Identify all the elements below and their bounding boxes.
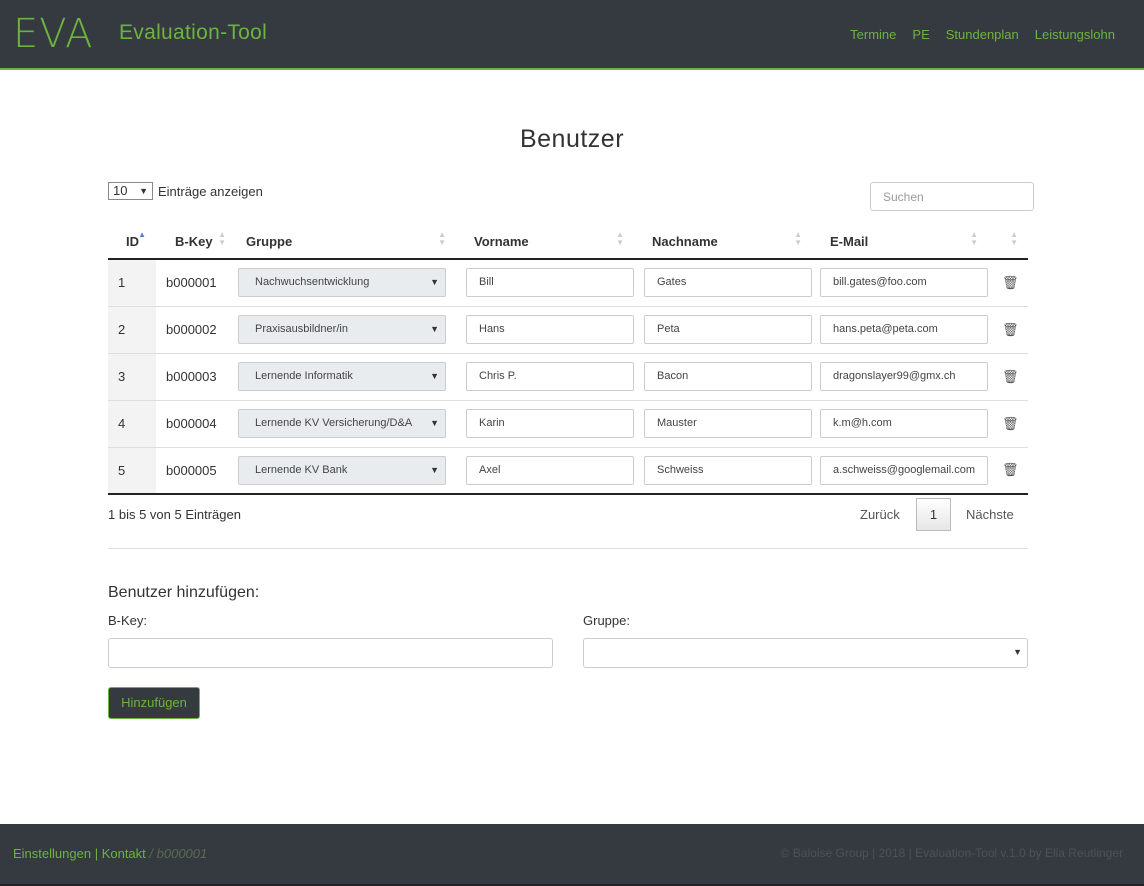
email-input[interactable]: a.schweiss@googlemail.com: [820, 455, 988, 485]
eva-logo[interactable]: EVA: [13, 12, 93, 56]
table-row: 2 b000002 Praxisausbildner/in ▼ Hans Peta…: [108, 306, 1028, 354]
vorname-input[interactable]: Bill: [466, 268, 634, 298]
sort-asc-icon: ▲: [138, 230, 146, 239]
col-actions[interactable]: ▲ ▼: [988, 224, 1028, 260]
group-label: Gruppe:: [583, 613, 630, 628]
email-input[interactable]: bill.gates@foo.com: [820, 268, 988, 298]
add-user-button[interactable]: Hinzufügen: [108, 687, 200, 719]
dropdown-arrow-icon: ▼: [430, 277, 439, 288]
vorname-input[interactable]: Chris P.: [466, 362, 634, 391]
entries-length-label: Einträge anzeigen: [158, 183, 263, 199]
nav-termine[interactable]: Termine: [850, 27, 896, 42]
dropdown-arrow-icon: ▼: [1013, 647, 1022, 657]
add-user-title: Benutzer hinzufügen:: [108, 584, 260, 601]
cell-bkey: b000001: [156, 259, 228, 307]
gruppe-select[interactable]: Lernende Informatik ▼: [238, 362, 446, 391]
sort-icon: ▲ ▼: [218, 230, 226, 247]
trash-icon[interactable]: 🗑: [1002, 369, 1019, 384]
table-row: 3 b000003 Lernende Informatik ▼ Chris P. …: [108, 353, 1028, 401]
vorname-input[interactable]: Karin: [466, 409, 634, 438]
app-title[interactable]: Evaluation-Tool: [119, 21, 267, 45]
sort-icon: ▲ ▼: [794, 230, 802, 247]
main-nav: Termine PE Stundenplan Leistungslohn: [850, 27, 1115, 42]
col-vorname[interactable]: Vorname ▲ ▼: [456, 224, 634, 260]
trash-icon[interactable]: 🗑: [1002, 322, 1019, 337]
col-nachname[interactable]: Nachname ▲ ▼: [634, 224, 812, 260]
gruppe-select[interactable]: Lernende KV Bank ▼: [238, 455, 446, 485]
sort-icon: ▲ ▼: [616, 230, 624, 247]
dropdown-arrow-icon: ▼: [139, 186, 148, 196]
gruppe-select[interactable]: Lernende KV Versicherung/D&A ▼: [238, 409, 446, 438]
sort-icon: ▲ ▼: [438, 230, 446, 247]
sort-icon: ▲ ▼: [1010, 230, 1018, 247]
dropdown-arrow-icon: ▼: [430, 371, 439, 381]
cell-id: 1: [108, 259, 156, 307]
cell-bkey: b000002: [156, 306, 228, 354]
footer-current-user: b000001: [156, 846, 208, 861]
dropdown-arrow-icon: ▼: [430, 464, 439, 475]
col-email[interactable]: E-Mail ▲ ▼: [812, 224, 988, 260]
sort-icon: ▲ ▼: [970, 230, 978, 247]
cell-bkey: b000004: [156, 400, 228, 448]
nachname-input[interactable]: Schweiss: [644, 455, 812, 485]
trash-icon[interactable]: 🗑: [1002, 462, 1019, 477]
nachname-input[interactable]: Gates: [644, 268, 812, 298]
dropdown-arrow-icon: ▼: [430, 324, 439, 334]
prev-page-button[interactable]: Zurück: [860, 507, 916, 522]
page-title: Benutzer: [519, 125, 625, 153]
nav-stundenplan[interactable]: Stundenplan: [946, 27, 1019, 42]
cell-bkey: b000005: [156, 447, 228, 495]
email-input[interactable]: k.m@h.com: [820, 409, 988, 438]
footer: Einstellungen | Kontakt / b000001 © Balo…: [0, 824, 1144, 886]
nav-pe[interactable]: PE: [912, 27, 929, 42]
page-1-button[interactable]: 1: [916, 498, 951, 531]
bkey-label: B-Key:: [108, 613, 148, 628]
cell-id: 3: [108, 353, 156, 401]
footer-copyright: © Baloise Group | 2018 | Evaluation-Tool…: [780, 846, 1123, 860]
footer-links: Einstellungen | Kontakt / b000001: [13, 846, 207, 861]
trash-icon[interactable]: 🗑: [1002, 416, 1019, 431]
footer-link-contact[interactable]: Kontakt: [102, 846, 146, 861]
gruppe-select[interactable]: Nachwuchsentwicklung ▼: [238, 268, 446, 298]
col-id[interactable]: ID ▲: [108, 224, 156, 260]
cell-id: 2: [108, 306, 156, 354]
cell-id: 4: [108, 400, 156, 448]
table-info: 1 bis 5 von 5 Einträgen: [108, 507, 241, 522]
email-input[interactable]: hans.peta@peta.com: [820, 315, 988, 344]
vorname-input[interactable]: Hans: [466, 315, 634, 344]
table-row: 5 b000005 Lernende KV Bank ▼ Axel Schweis…: [108, 447, 1028, 495]
dropdown-arrow-icon: ▼: [430, 418, 439, 428]
search-input[interactable]: [870, 182, 1034, 211]
table-row: 4 b000004 Lernende KV Versicherung/D&A ▼ …: [108, 400, 1028, 448]
nachname-input[interactable]: Bacon: [644, 362, 812, 391]
nachname-input[interactable]: Peta: [644, 315, 812, 344]
cell-id: 5: [108, 447, 156, 495]
cell-bkey: b000003: [156, 353, 228, 401]
table-row: 1 b000001 Nachwuchsentwicklung ▼ Bill Gat…: [108, 259, 1028, 307]
next-page-button[interactable]: Nächste: [966, 507, 1014, 522]
vorname-input[interactable]: Axel: [466, 455, 634, 485]
footer-separator: |: [94, 846, 102, 861]
col-bkey[interactable]: B-Key ▲ ▼: [156, 224, 228, 260]
divider: [108, 548, 1028, 549]
col-gruppe[interactable]: Gruppe ▲ ▼: [228, 224, 456, 260]
footer-separator: /: [149, 846, 157, 861]
pagination: Zurück 1 Nächste: [860, 498, 1014, 531]
footer-link-settings[interactable]: Einstellungen: [13, 846, 91, 861]
nav-leistungslohn[interactable]: Leistungslohn: [1035, 27, 1115, 42]
entries-length-select[interactable]: 10 ▼: [108, 182, 153, 200]
top-navbar: EVA Evaluation-Tool Termine PE Stundenpl…: [0, 0, 1144, 70]
gruppe-select[interactable]: Praxisausbildner/in ▼: [238, 315, 446, 344]
nachname-input[interactable]: Mauster: [644, 409, 812, 438]
email-input[interactable]: dragonslayer99@gmx.ch: [820, 362, 988, 391]
trash-icon[interactable]: 🗑: [1002, 275, 1019, 290]
users-table: ID ▲ B-Key ▲ ▼ Gruppe ▲ ▼ Vorname ▲ ▼ Nachname ▲…: [108, 224, 1028, 495]
bkey-input[interactable]: [108, 638, 553, 668]
entries-length-control: 10 ▼ Einträge anzeigen: [108, 182, 263, 200]
group-select[interactable]: ▼: [583, 638, 1028, 668]
